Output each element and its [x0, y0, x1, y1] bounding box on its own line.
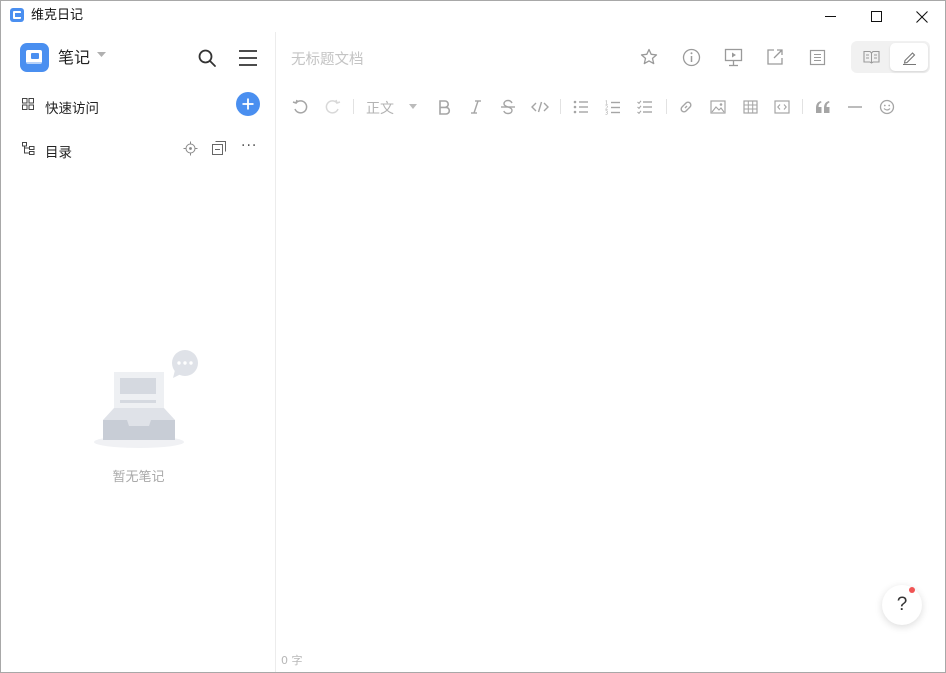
- info-button[interactable]: [680, 46, 702, 68]
- close-icon: [916, 10, 928, 23]
- outline-icon: [809, 49, 825, 65]
- undo-button[interactable]: [289, 96, 311, 118]
- toolbar-divider: [353, 99, 354, 114]
- presentation-button[interactable]: [722, 46, 744, 68]
- notification-dot: [909, 587, 915, 593]
- grid-icon: [22, 98, 34, 110]
- quote-button[interactable]: [812, 96, 834, 118]
- read-mode-button[interactable]: [853, 43, 889, 71]
- emoji-icon: [879, 99, 895, 115]
- link-icon: [680, 101, 692, 113]
- editor-area: 无标题文档 正文 1 2 3 0 字 ?: [277, 32, 945, 672]
- formatting-toolbar: 正文 123: [277, 94, 945, 120]
- italic-button[interactable]: [465, 96, 487, 118]
- empty-inbox-illustration: [94, 350, 198, 448]
- hamburger-menu-icon[interactable]: [238, 49, 258, 67]
- bullet-list-button[interactable]: [570, 96, 592, 118]
- search-icon[interactable]: [197, 48, 217, 68]
- toc-label: 目录: [45, 145, 72, 161]
- sidebar: 笔记 快速访问 目录 ··· 暂无笔记: [1, 32, 276, 672]
- add-note-button[interactable]: [236, 92, 260, 116]
- toolbar-divider: [560, 99, 561, 114]
- image-button[interactable]: [707, 96, 729, 118]
- window-title: 维克日记: [31, 8, 84, 23]
- help-label: ?: [896, 594, 908, 615]
- toc-row[interactable]: 目录 ···: [1, 134, 276, 164]
- edit-mode-icon: [902, 51, 916, 65]
- maximize-button[interactable]: [853, 1, 899, 32]
- notebook-title[interactable]: 笔记: [58, 48, 90, 68]
- presentation-icon: [724, 48, 742, 66]
- numbered-list-button[interactable]: 123: [602, 96, 624, 118]
- divider-icon: [848, 106, 862, 108]
- empty-state-text: 暂无笔记: [112, 470, 165, 485]
- share-button[interactable]: [764, 46, 786, 68]
- help-button[interactable]: ?: [882, 585, 922, 625]
- caret-down-icon[interactable]: [97, 52, 106, 58]
- style-caret-down-icon[interactable]: [409, 104, 417, 109]
- quick-access-row[interactable]: 快速访问: [1, 90, 276, 120]
- task-list-button[interactable]: [634, 96, 656, 118]
- locate-icon[interactable]: [183, 141, 198, 156]
- favorite-button[interactable]: [638, 46, 660, 68]
- redo-icon: [325, 99, 341, 114]
- paragraph-style-select[interactable]: 正文: [366, 98, 394, 118]
- table-icon: [742, 100, 758, 114]
- close-button[interactable]: [899, 1, 945, 32]
- notebook-icon[interactable]: [20, 43, 49, 72]
- toolbar-divider: [666, 99, 667, 114]
- bullet-list-icon: [573, 100, 588, 114]
- emoji-button[interactable]: [876, 96, 898, 118]
- app-logo-icon: [10, 8, 24, 22]
- maximize-icon: [870, 11, 882, 22]
- more-icon[interactable]: ···: [241, 138, 257, 154]
- quick-access-label: 快速访问: [45, 101, 99, 117]
- edit-mode-button[interactable]: [890, 43, 928, 71]
- code-block-button[interactable]: [771, 96, 793, 118]
- divider-button[interactable]: [844, 96, 866, 118]
- undo-icon: [292, 99, 308, 114]
- minimize-icon: [824, 16, 836, 17]
- star-icon: [640, 48, 658, 65]
- code-block-icon: [774, 100, 790, 114]
- outline-button[interactable]: [806, 46, 828, 68]
- toolbar-divider: [802, 99, 803, 114]
- app-window: 维克日记 笔记 快速访问 目录 ··· 暂无笔记 无标题文档 正文 1 2 3 …: [0, 0, 946, 673]
- quote-icon: [816, 101, 830, 113]
- title-bar: 维克日记: [1, 1, 945, 32]
- italic-icon: [471, 100, 481, 114]
- word-count: 0 字: [281, 654, 303, 667]
- view-mode-toggle: [851, 41, 930, 73]
- inline-code-icon: [531, 101, 549, 113]
- plus-icon: [242, 98, 254, 110]
- link-button[interactable]: [675, 96, 697, 118]
- numbered-list-icon: 123: [605, 100, 620, 115]
- minimize-button[interactable]: [807, 1, 853, 32]
- notebook-glyph-icon: [26, 50, 42, 64]
- read-mode-icon: [862, 50, 880, 64]
- bold-button[interactable]: [433, 96, 455, 118]
- info-icon: [682, 48, 700, 66]
- task-list-icon: [637, 100, 652, 114]
- image-icon: [710, 100, 726, 114]
- bold-icon: [439, 100, 451, 115]
- tree-icon: [22, 142, 35, 155]
- collapse-icon[interactable]: [212, 141, 226, 155]
- strikethrough-button[interactable]: [497, 96, 519, 118]
- table-button[interactable]: [739, 96, 761, 118]
- document-title-input[interactable]: 无标题文档: [291, 48, 364, 69]
- svg-text:3: 3: [605, 110, 608, 115]
- redo-button[interactable]: [322, 96, 344, 118]
- strikethrough-icon: [501, 99, 515, 115]
- inline-code-button[interactable]: [529, 96, 551, 118]
- share-icon: [767, 49, 783, 65]
